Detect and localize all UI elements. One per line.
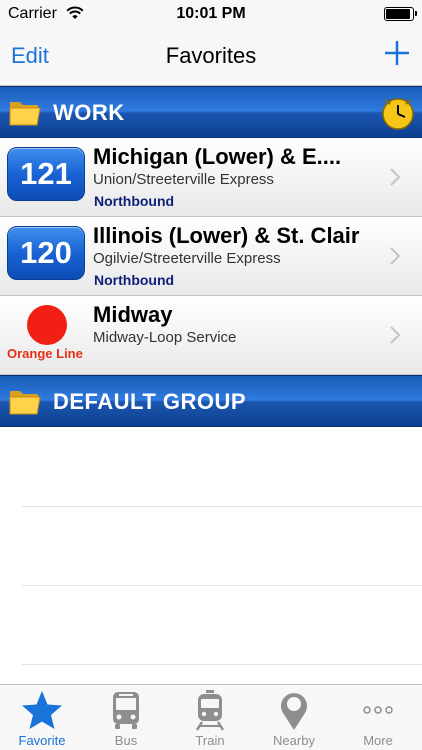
group-header-default[interactable]: DEFAULT GROUP [0, 375, 422, 427]
tab-label: Bus [114, 733, 138, 748]
add-icon[interactable] [382, 38, 412, 68]
clock-icon[interactable] [380, 95, 416, 131]
battery-fill [386, 9, 410, 19]
tab-label: Train [195, 733, 225, 748]
list-separator [22, 506, 422, 507]
tab-more[interactable]: More [336, 685, 420, 750]
train-icon [195, 690, 225, 731]
tab-nearby[interactable]: Nearby [252, 685, 336, 750]
group-label: DEFAULT GROUP [53, 389, 247, 414]
group-header-work[interactable]: WORK [0, 86, 422, 138]
tab-label: Favorite [18, 733, 66, 748]
route-badge: 121 [7, 147, 85, 201]
chevron-right-icon [390, 168, 400, 186]
tab-favorite[interactable]: Favorite [0, 685, 84, 750]
route-name: Union/Streeterville Express [93, 171, 274, 188]
page-title: Favorites [165, 43, 257, 68]
chevron-right-icon [390, 247, 400, 265]
group-label: WORK [53, 100, 125, 125]
direction-label: Northbound [94, 193, 175, 209]
route-name: Ogilvie/Streeterville Express [93, 250, 281, 267]
route-badge: 120 [7, 226, 85, 280]
folder-icon [9, 102, 41, 126]
stop-title: Michigan (Lower) & E.... [93, 144, 342, 169]
list-separator [22, 664, 422, 665]
chevron-right-icon [390, 326, 400, 344]
battery-icon [384, 7, 417, 21]
folder-icon [9, 391, 41, 415]
station-title: Midway [93, 302, 173, 327]
tab-train[interactable]: Train [168, 685, 252, 750]
tab-label: More [363, 733, 393, 748]
navigation-bar: Edit Favorites [0, 30, 422, 86]
status-bar: Carrier 10:01 PM [0, 0, 422, 30]
service-name: Midway-Loop Service [93, 329, 237, 346]
list-separator [22, 585, 422, 586]
tab-label: Nearby [273, 733, 315, 748]
star-icon [22, 691, 62, 729]
direction-label: Northbound [94, 272, 175, 288]
tab-bar: Favorite Bus Train Nearby More [0, 684, 422, 750]
more-dots-icon [363, 706, 393, 714]
favorite-row-121[interactable]: 121 Michigan (Lower) & E.... Union/Stree… [0, 138, 422, 217]
stop-title: Illinois (Lower) & St. Clair [93, 223, 360, 248]
train-line-label: Orange Line [7, 346, 83, 361]
favorite-row-midway[interactable]: Orange Line Midway Midway-Loop Service [0, 296, 422, 375]
tab-bus[interactable]: Bus [84, 685, 168, 750]
train-line-dot-icon [27, 305, 67, 345]
map-pin-icon [281, 693, 307, 730]
bus-icon [113, 692, 139, 729]
status-time: 10:01 PM [176, 5, 246, 22]
favorite-row-120[interactable]: 120 Illinois (Lower) & St. Clair Ogilvie… [0, 217, 422, 296]
